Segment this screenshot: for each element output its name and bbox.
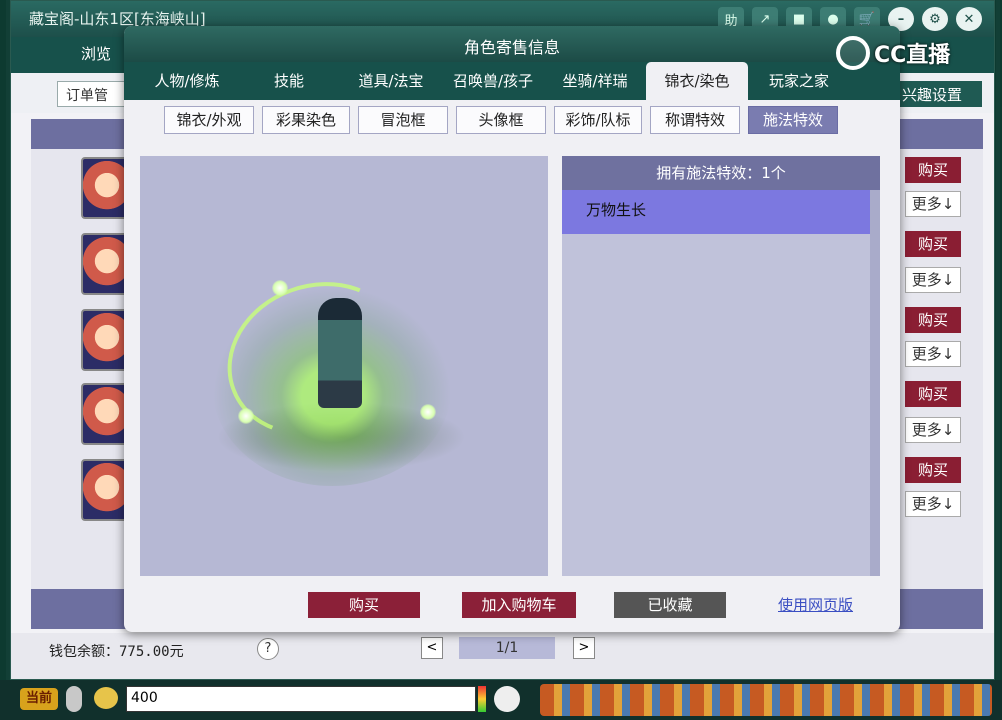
row-buy-button[interactable]: 购买 (905, 307, 961, 333)
pet-dog-icon[interactable] (494, 686, 520, 712)
effects-count-header: 拥有施法特效：1个 (562, 156, 880, 190)
watermark-text: CC直播 (874, 43, 951, 68)
use-web-link[interactable]: 使用网页版 (778, 594, 853, 615)
chat-input[interactable]: 400 (126, 686, 476, 712)
add-to-cart-button[interactable]: 加入购物车 (462, 592, 576, 618)
speech-bubble-icon[interactable] (94, 687, 118, 709)
row-buy-button[interactable]: 购买 (905, 457, 961, 483)
chat-bar: 当前 400 (0, 680, 1002, 720)
subtab-dye[interactable]: 彩果染色 (262, 106, 350, 134)
cc-live-watermark: CC直播 (836, 36, 950, 70)
row-buy-button[interactable]: 购买 (905, 231, 961, 257)
flower-sparkle (420, 404, 436, 420)
question-icon[interactable]: ? (257, 638, 279, 660)
effect-preview (140, 156, 548, 576)
tab-character[interactable]: 人物/修炼 (136, 62, 238, 100)
row-more-button[interactable]: 更多↓ (905, 267, 961, 293)
list-item[interactable]: 万物生长 (562, 190, 870, 234)
wallet-balance: 钱包余额：775.00元 (49, 644, 184, 660)
subtab-avatar-frame[interactable]: 头像框 (456, 106, 546, 134)
dialog-title: 角色寄售信息 (463, 38, 560, 57)
subtab-title-effect[interactable]: 称谓特效 (650, 106, 740, 134)
row-more-button[interactable]: 更多↓ (905, 191, 961, 217)
prev-page-button[interactable]: < (421, 637, 443, 659)
volume-meter (478, 686, 486, 712)
next-page-button[interactable]: > (573, 637, 595, 659)
tab-mounts[interactable]: 坐骑/祥瑞 (544, 62, 646, 100)
tab-summons[interactable]: 召唤兽/孩子 (442, 62, 544, 100)
order-manage-button[interactable]: 订单管 (57, 81, 127, 107)
interest-settings-button[interactable]: 兴趣设置 (896, 81, 982, 107)
flower-sparkle (238, 408, 254, 424)
subtab-decoration[interactable]: 彩饰/队标 (554, 106, 642, 134)
row-buy-button[interactable]: 购买 (905, 381, 961, 407)
chat-channel-button[interactable]: 当前 (20, 688, 58, 710)
character-figure (318, 298, 362, 408)
microphone-icon[interactable] (66, 686, 82, 712)
dialog-tabs: 人物/修炼 技能 道具/法宝 召唤兽/孩子 坐骑/祥瑞 锦衣/染色 玩家之家 (124, 62, 900, 100)
dialog-titlebar: 角色寄售信息 (124, 26, 900, 62)
outfit-subtabs: 锦衣/外观 彩果染色 冒泡框 头像框 彩饰/队标 称谓特效 施法特效 (164, 106, 838, 134)
gear-icon[interactable]: ⚙ (922, 7, 948, 31)
nav-browse[interactable]: 浏览 (81, 43, 111, 64)
row-more-button[interactable]: 更多↓ (905, 491, 961, 517)
flower-sparkle (272, 280, 288, 296)
bottom-bar: 钱包余额：775.00元 ? < 1/1 > (11, 633, 994, 679)
row-more-button[interactable]: 更多↓ (905, 341, 961, 367)
subtab-bubble-frame[interactable]: 冒泡框 (358, 106, 448, 134)
effects-panel: 拥有施法特效：1个 万物生长 (562, 156, 880, 576)
subtab-outfit-look[interactable]: 锦衣/外观 (164, 106, 254, 134)
tab-home[interactable]: 玩家之家 (748, 62, 850, 100)
cc-logo-icon (836, 36, 870, 70)
tab-skills[interactable]: 技能 (238, 62, 340, 100)
page-indicator: 1/1 (459, 637, 555, 659)
effects-list: 万物生长 (562, 190, 870, 576)
effects-scrollbar[interactable] (870, 190, 880, 576)
quick-item-tray[interactable] (540, 684, 992, 716)
tab-items[interactable]: 道具/法宝 (340, 62, 442, 100)
close-icon[interactable]: ✕ (956, 7, 982, 31)
row-buy-button[interactable]: 购买 (905, 157, 961, 183)
row-more-button[interactable]: 更多↓ (905, 417, 961, 443)
role-sale-dialog: 角色寄售信息 人物/修炼 技能 道具/法宝 召唤兽/孩子 坐骑/祥瑞 锦衣/染色… (124, 26, 900, 632)
tab-outfit[interactable]: 锦衣/染色 (646, 62, 748, 100)
favorited-button[interactable]: 已收藏 (614, 592, 726, 618)
buy-button[interactable]: 购买 (308, 592, 420, 618)
subtab-cast-effect[interactable]: 施法特效 (748, 106, 838, 134)
